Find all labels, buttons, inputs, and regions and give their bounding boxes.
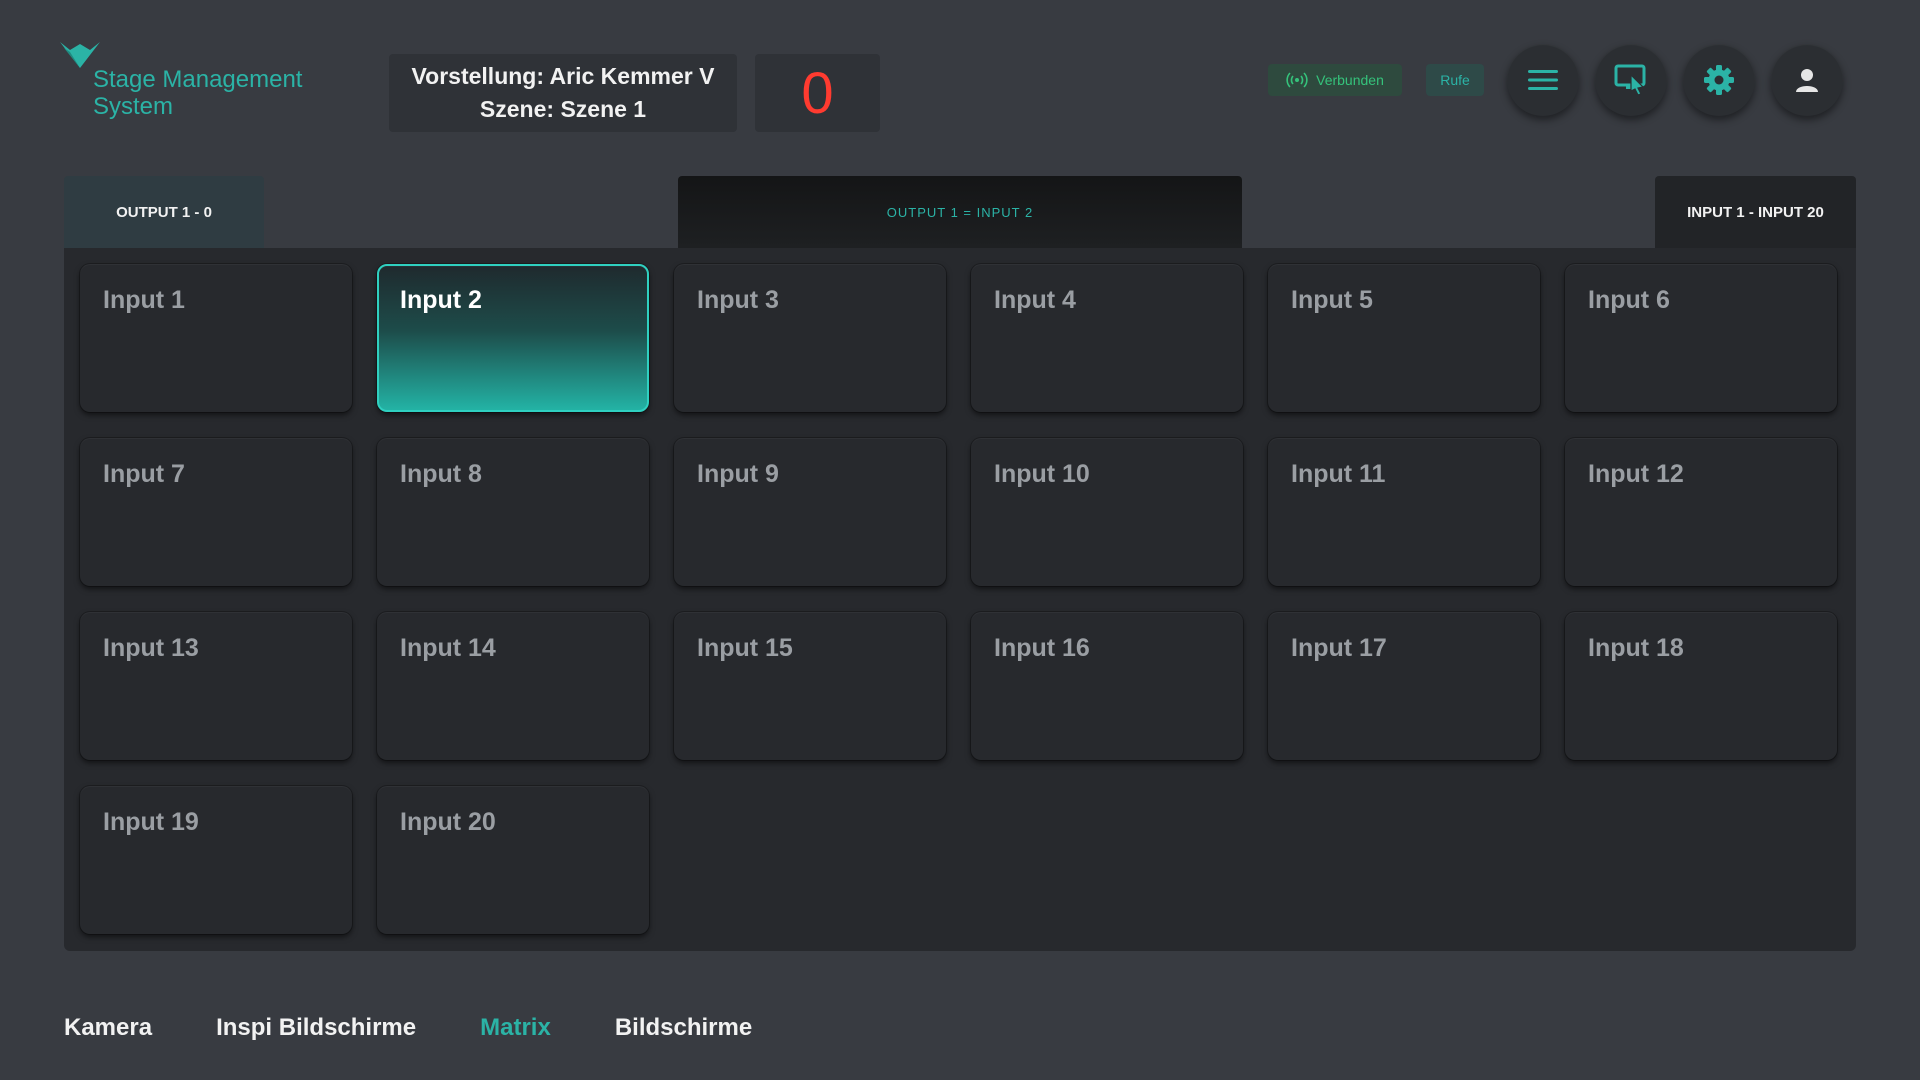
- nav-item-matrix[interactable]: Matrix: [480, 1014, 551, 1042]
- input-label: Input 18: [1588, 634, 1684, 662]
- input-button-11[interactable]: Input 11: [1268, 438, 1540, 586]
- input-label: Input 10: [994, 460, 1090, 488]
- input-label: Input 4: [994, 286, 1076, 314]
- input-button-8[interactable]: Input 8: [377, 438, 649, 586]
- input-button-17[interactable]: Input 17: [1268, 612, 1540, 760]
- gear-icon: [1704, 65, 1734, 95]
- input-button-1[interactable]: Input 1: [80, 264, 352, 412]
- input-label: Input 16: [994, 634, 1090, 662]
- input-button-14[interactable]: Input 14: [377, 612, 649, 760]
- output-tab[interactable]: OUTPUT 1 - 0: [64, 176, 264, 248]
- input-button-7[interactable]: Input 7: [80, 438, 352, 586]
- performance-info: Vorstellung: Aric Kemmer V Szene: Szene …: [389, 54, 737, 132]
- input-label: Input 3: [697, 286, 779, 314]
- input-label: Input 1: [103, 286, 185, 314]
- signal-icon: [1286, 72, 1308, 88]
- input-label: Input 15: [697, 634, 793, 662]
- input-grid: Input 1 Input 2 Input 3 Input 4 Input 5 Input…: [80, 264, 1837, 934]
- nav-item-inspi-bildschirme[interactable]: Inspi Bildschirme: [216, 1014, 416, 1042]
- input-button-18[interactable]: Input 18: [1565, 612, 1837, 760]
- scene-label: Szene:: [479, 96, 555, 122]
- input-label: Input 6: [1588, 286, 1670, 314]
- routing-status: OUTPUT 1 = INPUT 2: [678, 176, 1242, 248]
- performance-value: Aric Kemmer V: [549, 63, 715, 89]
- touch-screen-button[interactable]: [1595, 44, 1667, 116]
- input-button-9[interactable]: Input 9: [674, 438, 946, 586]
- input-label: Input 2: [400, 286, 482, 314]
- input-button-20[interactable]: Input 20: [377, 786, 649, 934]
- nav-item-bildschirme[interactable]: Bildschirme: [615, 1014, 752, 1042]
- input-button-13[interactable]: Input 13: [80, 612, 352, 760]
- menu-button[interactable]: [1507, 44, 1579, 116]
- input-label: Input 9: [697, 460, 779, 488]
- input-label: Input 19: [103, 808, 199, 836]
- input-button-12[interactable]: Input 12: [1565, 438, 1837, 586]
- input-label: Input 11: [1291, 460, 1386, 488]
- menu-icon: [1528, 70, 1558, 90]
- input-label: Input 14: [400, 634, 496, 662]
- bottom-navigation: Kamera Inspi Bildschirme Matrix Bildschirme: [64, 1014, 816, 1042]
- input-button-3[interactable]: Input 3: [674, 264, 946, 412]
- input-label: Input 20: [400, 808, 496, 836]
- input-button-2[interactable]: Input 2: [377, 264, 649, 412]
- input-button-6[interactable]: Input 6: [1565, 264, 1837, 412]
- input-label: Input 12: [1588, 460, 1684, 488]
- input-label: Input 17: [1291, 634, 1387, 662]
- counter-display: 0: [755, 54, 880, 132]
- touch-screen-icon: [1614, 64, 1646, 96]
- app-title: Stage Management System: [93, 66, 303, 120]
- input-label: Input 8: [400, 460, 482, 488]
- user-profile-button[interactable]: [1771, 44, 1843, 116]
- nav-item-kamera[interactable]: Kamera: [64, 1014, 152, 1042]
- connection-status-text: Verbunden: [1316, 72, 1384, 88]
- matrix-panel: Input 1 Input 2 Input 3 Input 4 Input 5 Input…: [64, 248, 1856, 951]
- input-label: Input 13: [103, 634, 199, 662]
- user-icon: [1796, 69, 1818, 92]
- settings-button[interactable]: [1683, 44, 1755, 116]
- input-button-10[interactable]: Input 10: [971, 438, 1243, 586]
- app-logo: Stage Management System: [60, 40, 340, 120]
- input-label: Input 5: [1291, 286, 1373, 314]
- input-button-5[interactable]: Input 5: [1268, 264, 1540, 412]
- input-button-16[interactable]: Input 16: [971, 612, 1243, 760]
- input-button-15[interactable]: Input 15: [674, 612, 946, 760]
- scene-line: Szene: Szene 1: [480, 93, 646, 126]
- input-button-19[interactable]: Input 19: [80, 786, 352, 934]
- performance-label: Vorstellung:: [411, 63, 544, 89]
- input-label: Input 7: [103, 460, 185, 488]
- input-range-tab[interactable]: INPUT 1 - INPUT 20: [1655, 176, 1856, 248]
- scene-value: Szene 1: [560, 96, 647, 122]
- input-button-4[interactable]: Input 4: [971, 264, 1243, 412]
- performance-line: Vorstellung: Aric Kemmer V: [412, 60, 715, 93]
- connection-status-badge: Verbunden: [1268, 64, 1402, 96]
- call-button[interactable]: Rufe: [1426, 64, 1484, 96]
